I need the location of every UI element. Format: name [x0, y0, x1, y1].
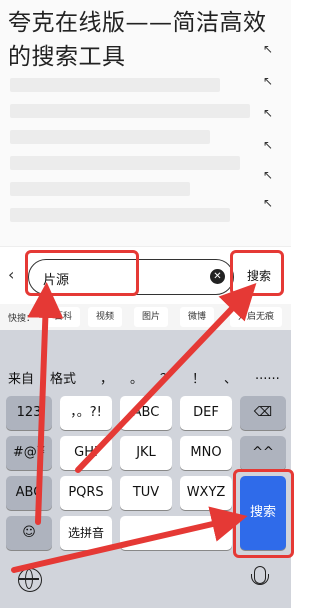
smiley-icon: ☺	[22, 525, 36, 540]
key-label: 选拼音	[67, 526, 104, 540]
key-label: GHI	[74, 445, 98, 460]
blurred-result	[10, 208, 230, 222]
arrow-up-left-icon[interactable]: ↖	[263, 138, 273, 152]
key-label: ABC	[132, 405, 160, 420]
key-label: ，。?!	[70, 405, 102, 420]
arrow-up-left-icon[interactable]: ↖	[263, 42, 273, 56]
key-label: WXYZ	[186, 485, 226, 500]
key-symbols[interactable]: #@¥	[6, 436, 52, 470]
quick-search-label: 快搜：	[8, 314, 36, 324]
globe-icon[interactable]	[18, 568, 42, 592]
candidate-word[interactable]: 来自	[8, 368, 34, 387]
annotation-box-keyboard-search	[233, 469, 294, 558]
candidate-word[interactable]: ！	[192, 368, 205, 387]
annotation-box-input	[25, 250, 139, 296]
key-label: TUV	[132, 485, 160, 500]
candidate-word[interactable]: ？	[160, 368, 173, 387]
arrow-up-left-icon[interactable]: ↖	[263, 196, 273, 210]
key-punctuation[interactable]: ，。?!	[60, 396, 112, 430]
key-label: JKL	[136, 445, 156, 460]
key-mno[interactable]: MNO	[180, 436, 232, 470]
key-tuv[interactable]: TUV	[120, 476, 172, 510]
arrow-up-left-icon[interactable]: ↖	[263, 168, 273, 182]
arrow-up-left-icon[interactable]: ↖	[263, 74, 273, 88]
pinyin-select-key[interactable]: 选拼音	[60, 516, 112, 550]
blurred-result	[10, 182, 190, 196]
emoji-key[interactable]: ☺	[6, 516, 52, 550]
key-label: 123	[16, 405, 42, 420]
quick-search-pill[interactable]: 开启无痕	[230, 307, 283, 327]
page-title: 夸克在线版——简洁高效的搜索工具	[8, 10, 267, 70]
candidate-word[interactable]: 格式	[50, 368, 76, 387]
annotation-box-search	[230, 250, 284, 296]
blurred-result	[10, 156, 240, 170]
key-label: DEF	[193, 405, 219, 420]
key-abc-t9[interactable]: ABC	[120, 396, 172, 430]
candidate-bar: 来自 格式 ， 。 ？ ！ 、 ......	[0, 362, 291, 392]
key-wxyz[interactable]: WXYZ	[180, 476, 232, 510]
key-label: #@¥	[12, 445, 46, 460]
key-label: PQRS	[68, 485, 104, 500]
microphone-stand	[251, 574, 269, 585]
key-pqrs[interactable]: PQRS	[60, 476, 112, 510]
quick-search-pill[interactable]: 视频	[88, 307, 123, 327]
emoticon-key[interactable]: ^^	[240, 436, 286, 470]
key-jkl[interactable]: JKL	[120, 436, 172, 470]
backspace-key[interactable]: ⌫	[240, 396, 286, 430]
quick-search-pill[interactable]: 图片	[134, 307, 169, 327]
candidate-word[interactable]: 。	[130, 368, 143, 387]
quick-search-pill[interactable]: 百科	[46, 307, 81, 327]
key-def[interactable]: DEF	[180, 396, 232, 430]
arrow-up-left-icon[interactable]: ↖	[263, 106, 273, 120]
clear-icon[interactable]: ✕	[210, 269, 225, 284]
quick-search-pill[interactable]: 微博	[180, 307, 215, 327]
key-ghi[interactable]: GHI	[60, 436, 112, 470]
key-label: ABC	[15, 485, 43, 500]
chevron-left-icon[interactable]: ‹	[8, 265, 14, 284]
candidate-word[interactable]: 、	[224, 368, 237, 387]
candidate-word[interactable]: ......	[255, 368, 280, 383]
key-english[interactable]: ABC	[6, 476, 52, 510]
candidate-word[interactable]: ，	[100, 368, 113, 387]
quick-search-bar: 快搜： 百科 视频 图片 微博 开启无痕	[0, 304, 291, 330]
key-123[interactable]: 123	[6, 396, 52, 430]
keyboard-bottom-bar	[0, 562, 291, 608]
key-label: ^^	[252, 445, 274, 460]
blurred-result	[10, 104, 250, 118]
key-label: MNO	[190, 445, 222, 460]
space-key[interactable]	[120, 516, 232, 550]
blurred-result	[10, 130, 210, 144]
blurred-result	[10, 78, 220, 92]
backspace-icon: ⌫	[253, 405, 273, 420]
